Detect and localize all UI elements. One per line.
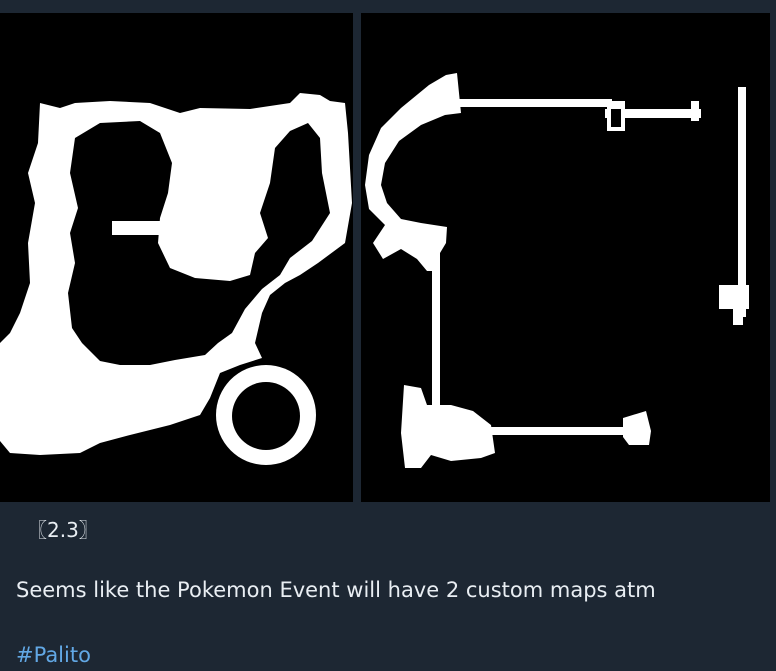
map-layout-left-graphic bbox=[0, 13, 353, 502]
version-tag: 〖2.3〗 bbox=[27, 518, 99, 542]
post-message-text: Seems like the Pokemon Event will have 2… bbox=[16, 578, 656, 602]
message-post: 〖2.3〗 Seems like the Pokemon Event will … bbox=[0, 0, 776, 671]
map-layout-right-graphic bbox=[361, 13, 770, 502]
map-image-right[interactable] bbox=[361, 13, 770, 502]
map-image-left[interactable] bbox=[0, 13, 353, 502]
hashtag-link[interactable]: #Palito bbox=[16, 643, 91, 667]
image-album bbox=[0, 13, 776, 502]
